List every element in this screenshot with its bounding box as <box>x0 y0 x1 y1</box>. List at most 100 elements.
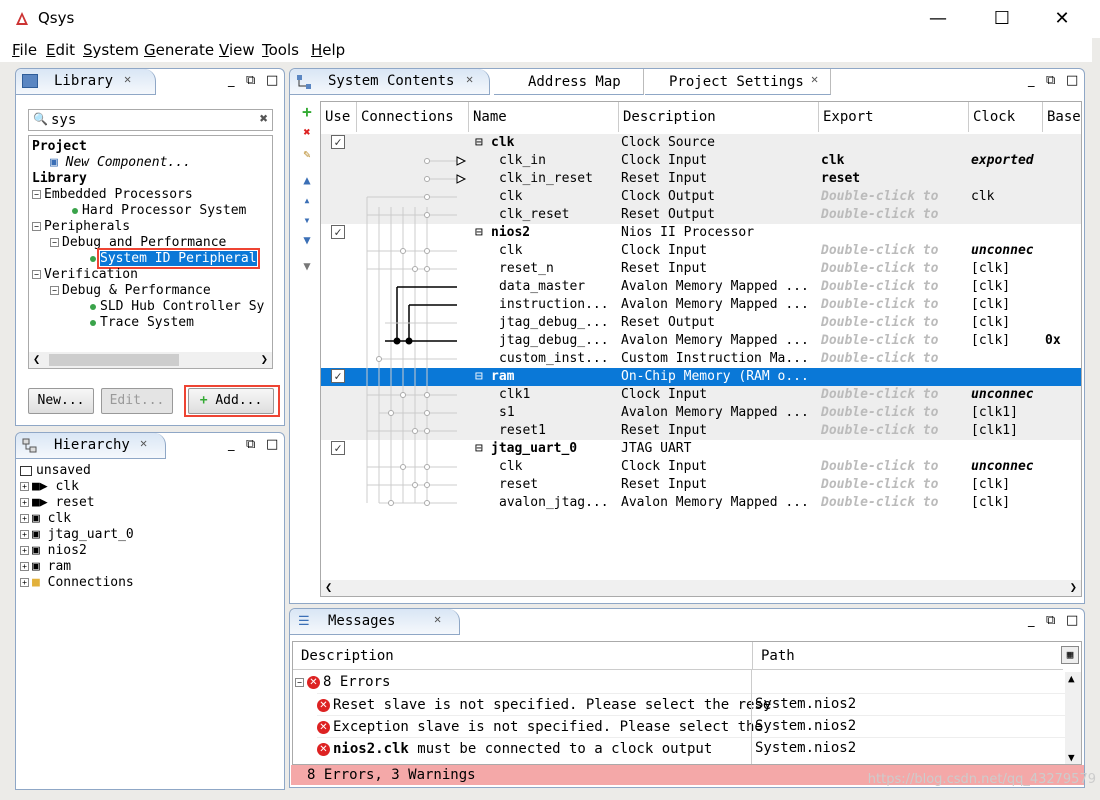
library-search-field[interactable]: 🔍 sys ✖ <box>28 109 273 131</box>
connection-node[interactable] <box>393 337 401 345</box>
minimize-panel-icon[interactable]: _ <box>1028 73 1035 88</box>
menu-generate[interactable]: Generate <box>144 41 214 59</box>
use-checkbox[interactable]: ✓ <box>331 135 345 149</box>
export-cell[interactable]: Double-click to <box>821 260 967 278</box>
collapse-icon[interactable]: − <box>50 286 59 295</box>
maximize-panel-icon[interactable]: □ <box>1066 613 1078 628</box>
messages-column-description[interactable]: Description <box>293 642 753 670</box>
collapse-icon[interactable]: − <box>32 190 41 199</box>
menu-tools[interactable]: Tools <box>262 41 299 59</box>
connection-node[interactable] <box>424 176 430 182</box>
use-checkbox[interactable]: ✓ <box>331 369 345 383</box>
export-cell[interactable]: Double-click to <box>821 458 967 476</box>
clock-cell[interactable] <box>971 350 1043 368</box>
use-checkbox[interactable]: ✓ <box>331 225 345 239</box>
connection-node[interactable] <box>424 392 430 398</box>
library-tree-item[interactable]: − Debug & Performance <box>32 283 264 299</box>
export-cell[interactable]: Double-click to <box>821 494 967 512</box>
hierarchy-item[interactable]: + ▣ jtag_uart_0 <box>20 527 134 543</box>
base-cell[interactable] <box>1045 404 1081 422</box>
export-cell[interactable] <box>821 224 967 242</box>
scroll-right-icon[interactable]: ❯ <box>261 352 268 366</box>
hierarchy-root[interactable]: unsaved <box>20 463 134 479</box>
tab-project-settings[interactable]: Project Settings ✕ <box>645 69 831 95</box>
add-button[interactable]: + Add... <box>188 388 274 414</box>
connection-node[interactable] <box>412 428 418 434</box>
export-cell[interactable]: reset <box>821 170 967 188</box>
scroll-right-icon[interactable]: ❯ <box>1070 580 1077 594</box>
base-cell[interactable] <box>1045 296 1081 314</box>
hierarchy-item[interactable]: + ■▶ clk <box>20 479 134 495</box>
base-cell[interactable] <box>1045 440 1081 458</box>
restore-panel-icon[interactable]: ⧉ <box>246 73 255 88</box>
connection-node[interactable] <box>424 194 430 200</box>
clock-cell[interactable]: [clk] <box>971 314 1043 332</box>
collapse-icon[interactable]: ⊟ <box>475 134 487 152</box>
base-cell[interactable] <box>1045 224 1081 242</box>
export-cell[interactable]: Double-click to <box>821 188 967 206</box>
connection-node[interactable] <box>424 212 430 218</box>
maximize-panel-icon[interactable]: □ <box>266 437 278 452</box>
base-cell[interactable] <box>1045 242 1081 260</box>
move-up-icon[interactable]: ▴ <box>300 193 314 207</box>
tab-address-map[interactable]: Address Map <box>494 69 644 95</box>
clock-cell[interactable]: exported <box>971 152 1043 170</box>
column-use[interactable]: Use <box>321 102 357 132</box>
library-tree-item[interactable]: − Embedded Processors <box>32 187 264 203</box>
clock-cell[interactable]: clk <box>971 188 1043 206</box>
close-tab-icon[interactable]: ✕ <box>140 436 147 450</box>
clock-cell[interactable]: [clk] <box>971 278 1043 296</box>
connection-node[interactable] <box>424 266 430 272</box>
connection-node[interactable] <box>376 356 382 362</box>
export-cell[interactable] <box>821 440 967 458</box>
library-tree-item[interactable]: Project <box>32 139 264 155</box>
message-row[interactable]: ✕ Reset slave is not specified. Please se… <box>317 693 1065 715</box>
menu-view[interactable]: View <box>219 41 255 59</box>
hierarchy-item[interactable]: + ▣ clk <box>20 511 134 527</box>
collapse-icon[interactable]: − <box>32 222 41 231</box>
base-cell[interactable] <box>1045 350 1081 368</box>
base-cell[interactable] <box>1045 278 1081 296</box>
base-cell[interactable] <box>1045 458 1081 476</box>
menu-edit[interactable]: Edit <box>46 41 75 59</box>
export-cell[interactable]: Double-click to <box>821 242 967 260</box>
close-tab-icon[interactable]: ✕ <box>811 72 818 86</box>
base-cell[interactable] <box>1045 260 1081 278</box>
collapse-icon[interactable]: ⊟ <box>475 440 487 458</box>
base-cell[interactable] <box>1045 494 1081 512</box>
vertical-scrollbar[interactable]: ▲ ▼ <box>1065 672 1081 764</box>
collapse-icon[interactable]: − <box>50 238 59 247</box>
tab-library[interactable]: Library ✕ <box>16 69 156 95</box>
clock-cell[interactable]: [clk] <box>971 260 1043 278</box>
connection-node[interactable] <box>424 248 430 254</box>
column-export[interactable]: Export <box>819 102 969 132</box>
hierarchy-item[interactable]: + ▣ ram <box>20 559 134 575</box>
connection-node[interactable] <box>424 500 430 506</box>
connection-node[interactable] <box>388 410 394 416</box>
filter-icon[interactable]: ▼ <box>300 259 314 273</box>
message-row[interactable]: ✕ nios2.clk must be connected to a clock … <box>317 737 1065 759</box>
clock-cell[interactable] <box>971 368 1043 386</box>
library-tree-item[interactable]: ▣ New Component... <box>32 155 264 171</box>
export-cell[interactable]: Double-click to <box>821 422 967 440</box>
export-cell[interactable]: Double-click to <box>821 332 967 350</box>
base-cell[interactable] <box>1045 368 1081 386</box>
base-cell[interactable] <box>1045 188 1081 206</box>
use-checkbox[interactable]: ✓ <box>331 441 345 455</box>
close-tab-icon[interactable]: ✕ <box>466 72 473 86</box>
close-tab-icon[interactable]: ✕ <box>124 72 131 86</box>
connection-node[interactable] <box>400 392 406 398</box>
export-cell[interactable] <box>821 368 967 386</box>
close-window-button[interactable]: ✕ <box>1048 6 1076 32</box>
clock-cell[interactable] <box>971 134 1043 152</box>
export-cell[interactable]: Double-click to <box>821 206 967 224</box>
messages-column-path[interactable]: Path <box>753 642 1063 670</box>
maximize-button[interactable]: ☐ <box>988 6 1016 32</box>
scroll-down-icon[interactable]: ▼ <box>1068 751 1075 764</box>
column-base[interactable]: Base <box>1043 102 1081 132</box>
library-tree-item[interactable]: Hard Processor System <box>32 203 264 219</box>
connection-node[interactable] <box>424 158 430 164</box>
restore-panel-icon[interactable]: ⧉ <box>1046 613 1055 628</box>
connection-node[interactable] <box>412 266 418 272</box>
tab-messages[interactable]: ☰ Messages ✕ <box>290 609 460 635</box>
